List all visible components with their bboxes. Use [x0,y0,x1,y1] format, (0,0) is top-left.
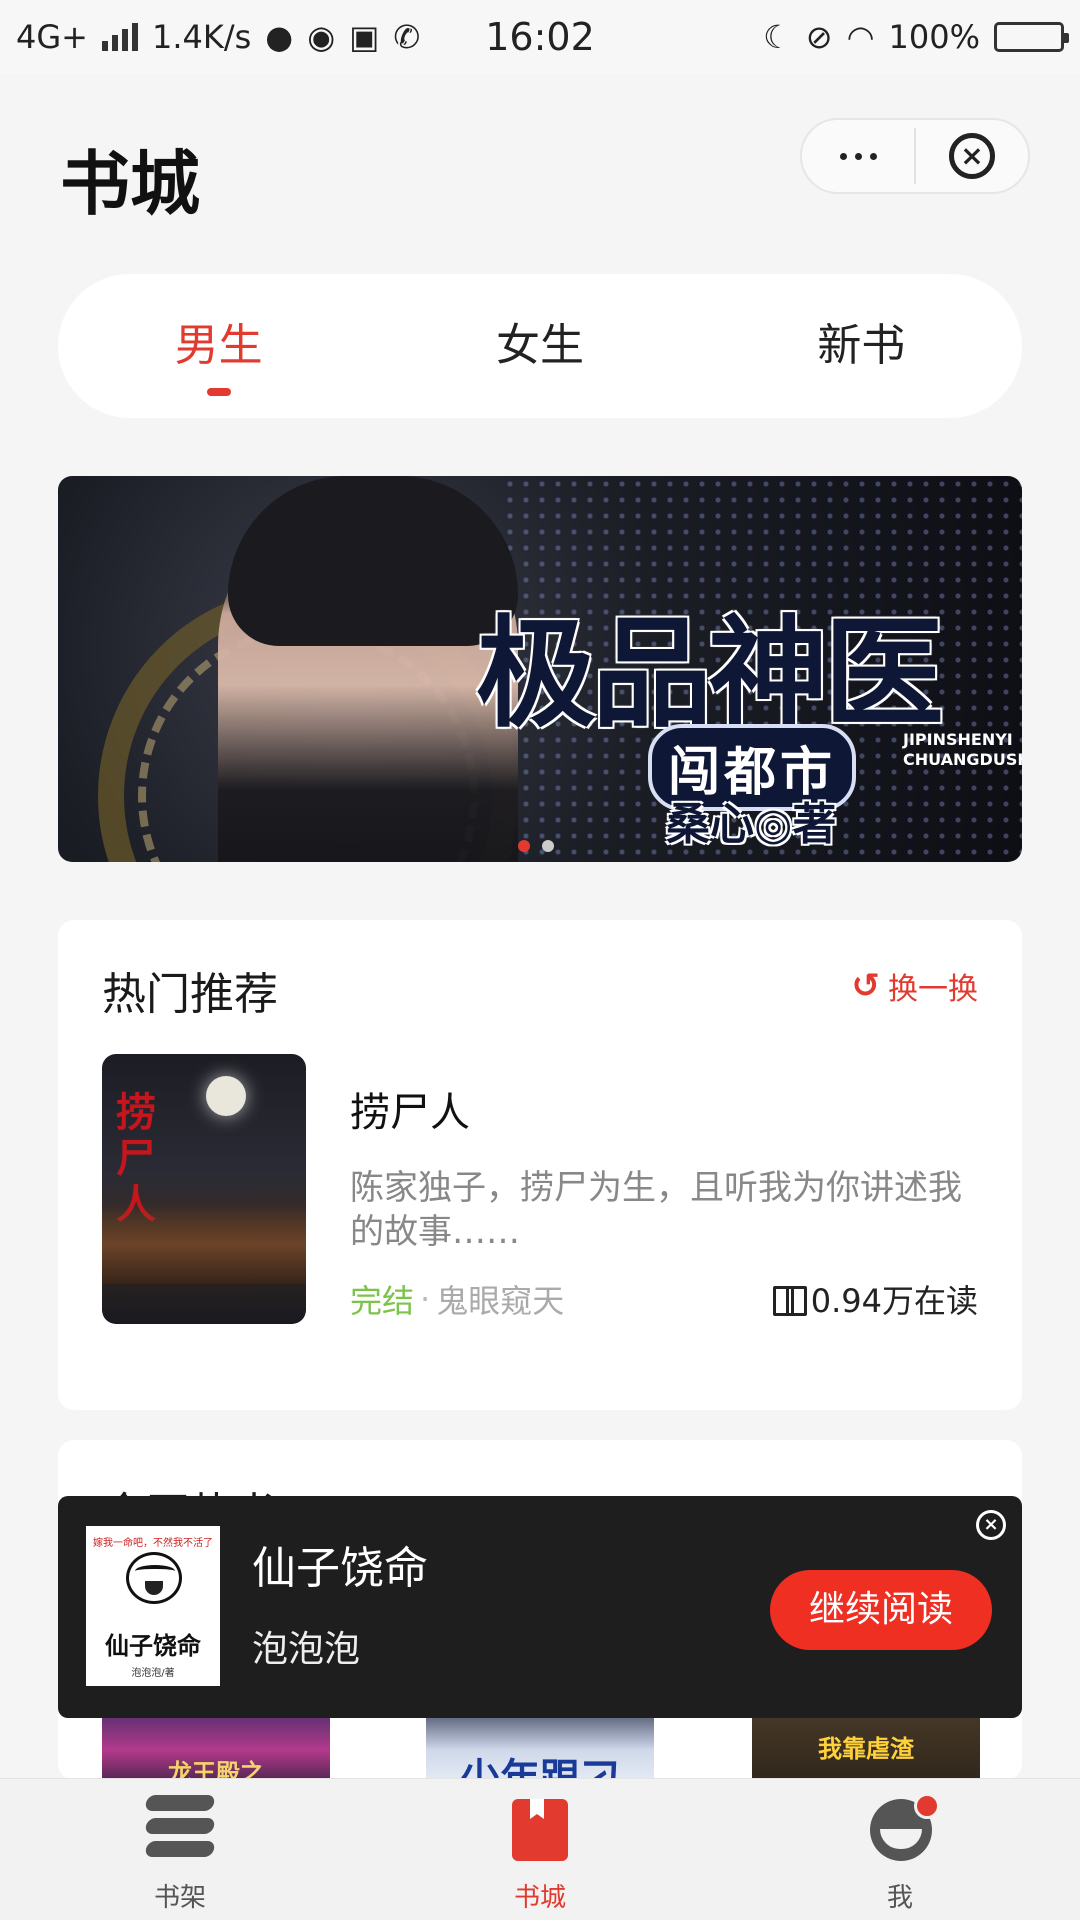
cover-title: 仙子饶命 [105,1631,201,1660]
book-readers: 0.94万在读 [772,1276,978,1322]
bookstore-icon [512,1799,568,1861]
message-icon: ● [265,18,294,56]
close-button[interactable]: × [916,120,1028,192]
book-cover[interactable]: 捞尸人 [102,1054,306,1324]
nav-bookshelf[interactable]: 书架 [0,1779,360,1920]
notification-badge [914,1793,940,1819]
tab-female[interactable]: 女生 [379,274,700,418]
tab-new-books[interactable]: 新书 [701,274,1022,418]
status-bar: 4G+ 1.4K/s ● ◉ ▣ ✆ 16:02 ☾ ⊘ ◠ 100% [0,0,1080,74]
nav-label: 书城 [513,1883,566,1913]
tab-male[interactable]: 男生 [58,274,379,418]
banner-pinyin-line1: JIPINSHENYI [903,730,1013,749]
more-button[interactable] [802,120,914,192]
banner-character-hair [228,476,518,646]
banner-indicator-dot[interactable] [542,840,554,852]
status-left: 4G+ 1.4K/s ● ◉ ▣ ✆ [16,18,486,56]
battery-percent: 100% [888,18,980,56]
nav-label: 书架 [153,1883,206,1913]
book-name[interactable]: 捞尸人 [350,1080,470,1138]
gender-tabs: 男生 女生 新书 [58,274,1022,418]
bookshelf-icon [144,1795,216,1857]
open-book-icon [772,1286,807,1316]
book-status: 完结 [350,1282,415,1320]
nav-bookstore[interactable]: 书城 [360,1779,720,1920]
battery-icon [994,22,1069,52]
banner-pinyin-line2: CHUANGDUSHI [903,750,1022,769]
cover-tagline: 嫁我一命吧，不然我不活了 [93,1538,213,1549]
header: 书城 × [0,74,1080,254]
nav-label: 我 [886,1883,913,1913]
clipboard-icon: ▣ [349,18,380,56]
signal-icon [101,23,138,51]
cover-author: 泡泡泡/著 [131,1668,175,1679]
readers-count: 0.94万在读 [810,1282,978,1320]
refresh-label: 换一换 [888,972,978,1007]
book-description: 陈家独子，捞尸为生，且听我为你讲述我的故事…… [350,1168,962,1252]
status-right: ☾ ⊘ ◠ 100% [763,18,1069,56]
moon-illustration [206,1076,246,1116]
mini-program-capsule: × [800,118,1030,194]
cover-town-illustration [102,1204,306,1284]
bottom-nav: 书架 书城 我 [0,1778,1080,1920]
cover-caption: 龙王殿之 [168,1759,264,1780]
refresh-button[interactable]: ↺ 换一换 [852,964,979,1008]
nav-profile[interactable]: 我 [720,1779,1080,1920]
wifi-icon: ◠ [846,18,875,56]
cover-caption: 我靠虐渣 [818,1735,914,1763]
phone-icon: ✆ [393,18,421,56]
banner-indicators [518,840,554,852]
more-dots-icon [839,152,877,160]
close-icon: × [949,133,995,179]
moon-icon: ☾ [763,18,792,56]
wechat-icon: ◉ [307,18,336,56]
close-icon[interactable]: × [976,1510,1006,1540]
continue-book-title: 仙子饶命 [252,1543,428,1594]
hot-recommend-card: 热门推荐 ↺ 换一换 捞尸人 捞尸人 陈家独子，捞尸为生，且听我为你讲述我的故事… [58,920,1022,1410]
page-title: 书城 [60,143,200,225]
network-type: 4G+ [16,18,88,56]
cartoon-face-illustration [126,1552,182,1604]
continue-book-cover[interactable]: 嫁我一命吧，不然我不活了 仙子饶命 泡泡泡/著 [86,1526,220,1686]
continue-reading-button[interactable]: 继续阅读 [770,1570,992,1650]
book-meta: 完结 · 鬼眼窥天 [350,1276,564,1322]
banner-pinyin: JIPINSHENYI CHUANGDUSHI [903,730,1022,770]
book-author: 鬼眼窥天 [436,1282,565,1320]
network-speed: 1.4K/s [151,18,252,56]
continue-book-author: 泡泡泡 [252,1629,361,1670]
banner-author: 桑心◎著 [666,799,837,850]
meta-separator: · [420,1280,431,1318]
banner-carousel[interactable]: 极品神医 闯都市 JIPINSHENYI CHUANGDUSHI 桑心◎著 [58,476,1022,862]
cover-caption: 少年跟刁 [460,1756,620,1780]
mute-icon: ⊘ [805,18,833,56]
banner-indicator-dot[interactable] [518,840,530,852]
continue-reading-bar[interactable]: 嫁我一命吧，不然我不活了 仙子饶命 泡泡泡/著 仙子饶命 泡泡泡 继续阅读 × [58,1496,1022,1718]
refresh-icon: ↺ [851,966,881,1006]
section-title: 热门推荐 [102,969,278,1020]
